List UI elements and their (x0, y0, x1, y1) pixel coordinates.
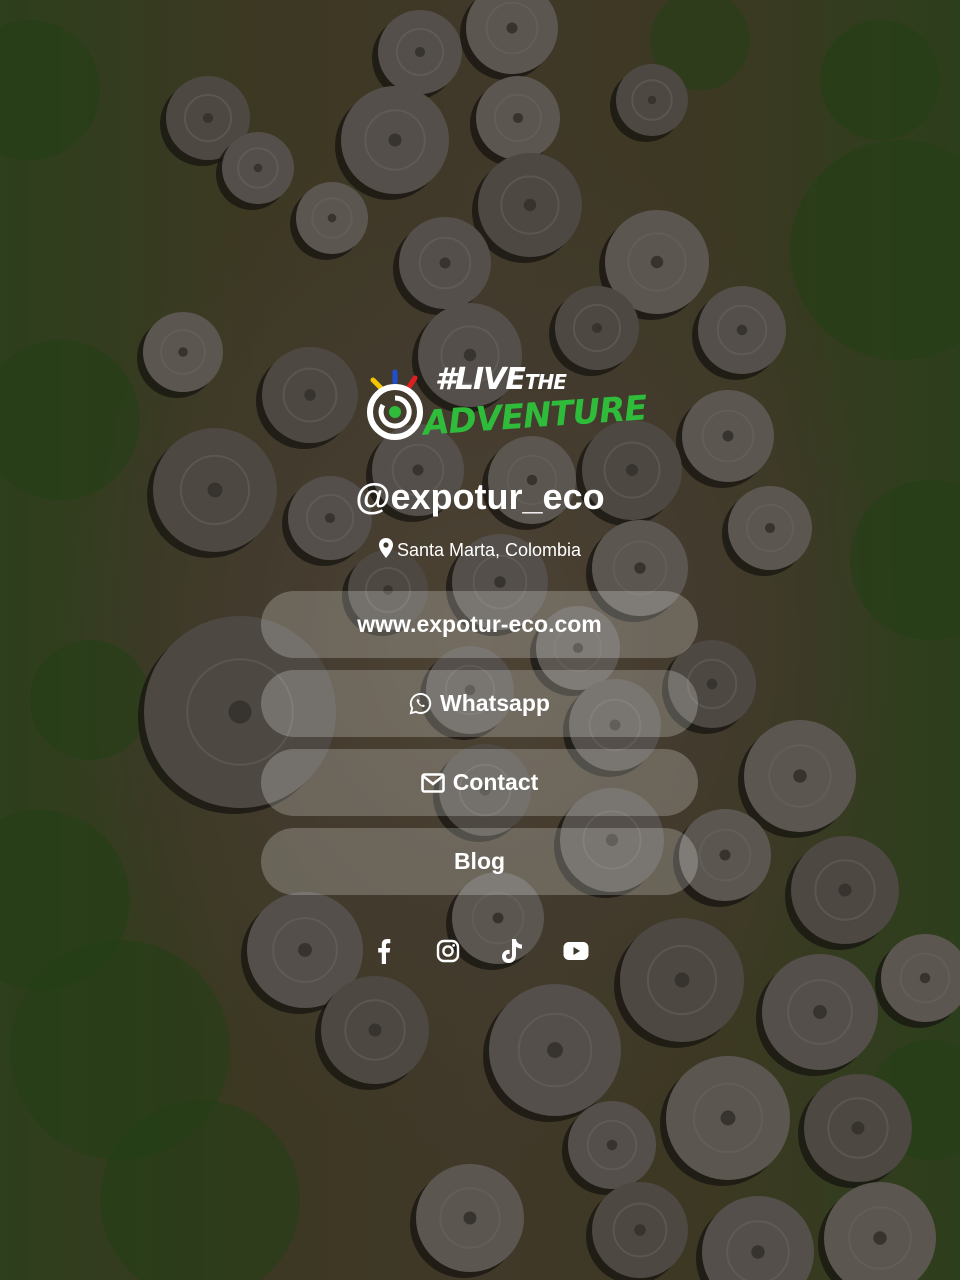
youtube-icon (563, 942, 589, 960)
live-the-adventure-logo: #LIVETHE ADVENTURE (365, 360, 648, 455)
logo-text-the: THE (524, 370, 567, 394)
tiktok-icon (502, 939, 522, 963)
facebook-icon (378, 939, 391, 964)
website-link-label: www.expotur-eco.com (357, 611, 602, 637)
contact-link-label: Contact (452, 769, 539, 795)
logo-text-live: #LIVE (435, 362, 526, 397)
social-links (0, 936, 960, 968)
youtube-link[interactable] (563, 936, 589, 966)
map-pin-icon (378, 538, 393, 558)
tiktok-link[interactable] (499, 936, 525, 966)
profile-handle: @expotur_eco (355, 476, 605, 517)
location-text: Santa Marta, Colombia (396, 540, 582, 560)
whatsapp-link-label: Whatsapp (440, 690, 550, 716)
blog-link-label: Blog (453, 848, 506, 874)
whatsapp-icon (409, 692, 432, 715)
blog-link-button[interactable]: Blog (261, 828, 698, 895)
profile-location: Santa Marta, Colombia (0, 538, 960, 561)
whatsapp-link-button[interactable]: Whatsapp (261, 670, 698, 737)
facebook-link[interactable] (371, 936, 397, 966)
website-link-button[interactable]: www.expotur-eco.com (261, 591, 698, 658)
contact-link-button[interactable]: Contact (261, 749, 698, 816)
envelope-icon (420, 772, 445, 793)
instagram-link[interactable] (435, 936, 461, 966)
instagram-icon (436, 939, 460, 963)
